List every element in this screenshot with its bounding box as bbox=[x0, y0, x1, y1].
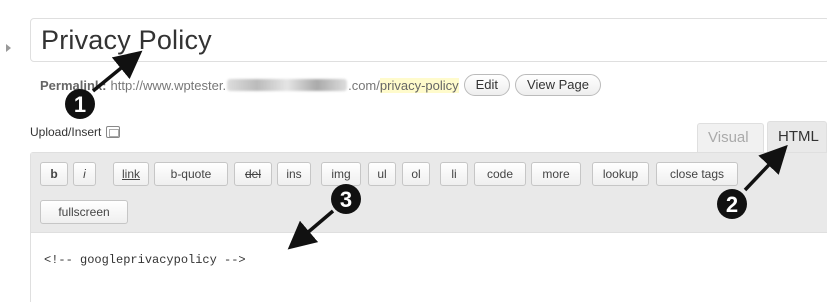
permalink-url-mid[interactable]: .com/ bbox=[348, 78, 380, 93]
editor-content[interactable]: <!-- googleprivacypolicy --> bbox=[44, 253, 246, 267]
redacted-domain bbox=[227, 79, 348, 91]
code-button[interactable]: code bbox=[474, 162, 526, 186]
sidebar-collapse-handle[interactable] bbox=[0, 36, 11, 58]
permalink-label: Permalink: bbox=[40, 77, 107, 93]
tab-html[interactable]: HTML bbox=[767, 121, 827, 153]
permalink-url-prefix[interactable]: http://www.wptester. bbox=[110, 78, 226, 93]
quicktags-toolbar: b i link b-quote del ins img ul ol li co… bbox=[31, 153, 827, 233]
post-editor[interactable]: b i link b-quote del ins img ul ol li co… bbox=[30, 152, 827, 302]
post-title-value: Privacy Policy bbox=[41, 25, 212, 55]
lookup-button[interactable]: lookup bbox=[592, 162, 649, 186]
link-button[interactable]: link bbox=[113, 162, 149, 186]
fullscreen-button[interactable]: fullscreen bbox=[40, 200, 128, 224]
li-button[interactable]: li bbox=[440, 162, 468, 186]
more-button[interactable]: more bbox=[531, 162, 581, 186]
ul-button[interactable]: ul bbox=[368, 162, 396, 186]
media-icon[interactable] bbox=[106, 126, 121, 138]
edit-permalink-button[interactable]: Edit bbox=[463, 74, 511, 96]
bold-button[interactable]: b bbox=[40, 162, 68, 186]
post-title-field[interactable]: Privacy Policy bbox=[30, 18, 827, 62]
ins-button[interactable]: ins bbox=[277, 162, 311, 186]
italic-button[interactable]: i bbox=[73, 162, 96, 186]
tab-visual[interactable]: Visual bbox=[697, 123, 764, 153]
upload-insert-label: Upload/Insert bbox=[30, 125, 102, 139]
permalink-bar: Permalink: http://www.wptester. .com/ pr… bbox=[40, 74, 601, 96]
blockquote-button[interactable]: b-quote bbox=[154, 162, 228, 186]
del-button[interactable]: del bbox=[234, 162, 272, 186]
permalink-slug[interactable]: privacy-policy bbox=[379, 77, 459, 93]
img-button[interactable]: img bbox=[321, 162, 361, 186]
upload-insert[interactable]: Upload/Insert bbox=[30, 125, 121, 139]
close-tags-button[interactable]: close tags bbox=[656, 162, 738, 186]
ol-button[interactable]: ol bbox=[402, 162, 430, 186]
view-page-button[interactable]: View Page bbox=[515, 74, 601, 96]
